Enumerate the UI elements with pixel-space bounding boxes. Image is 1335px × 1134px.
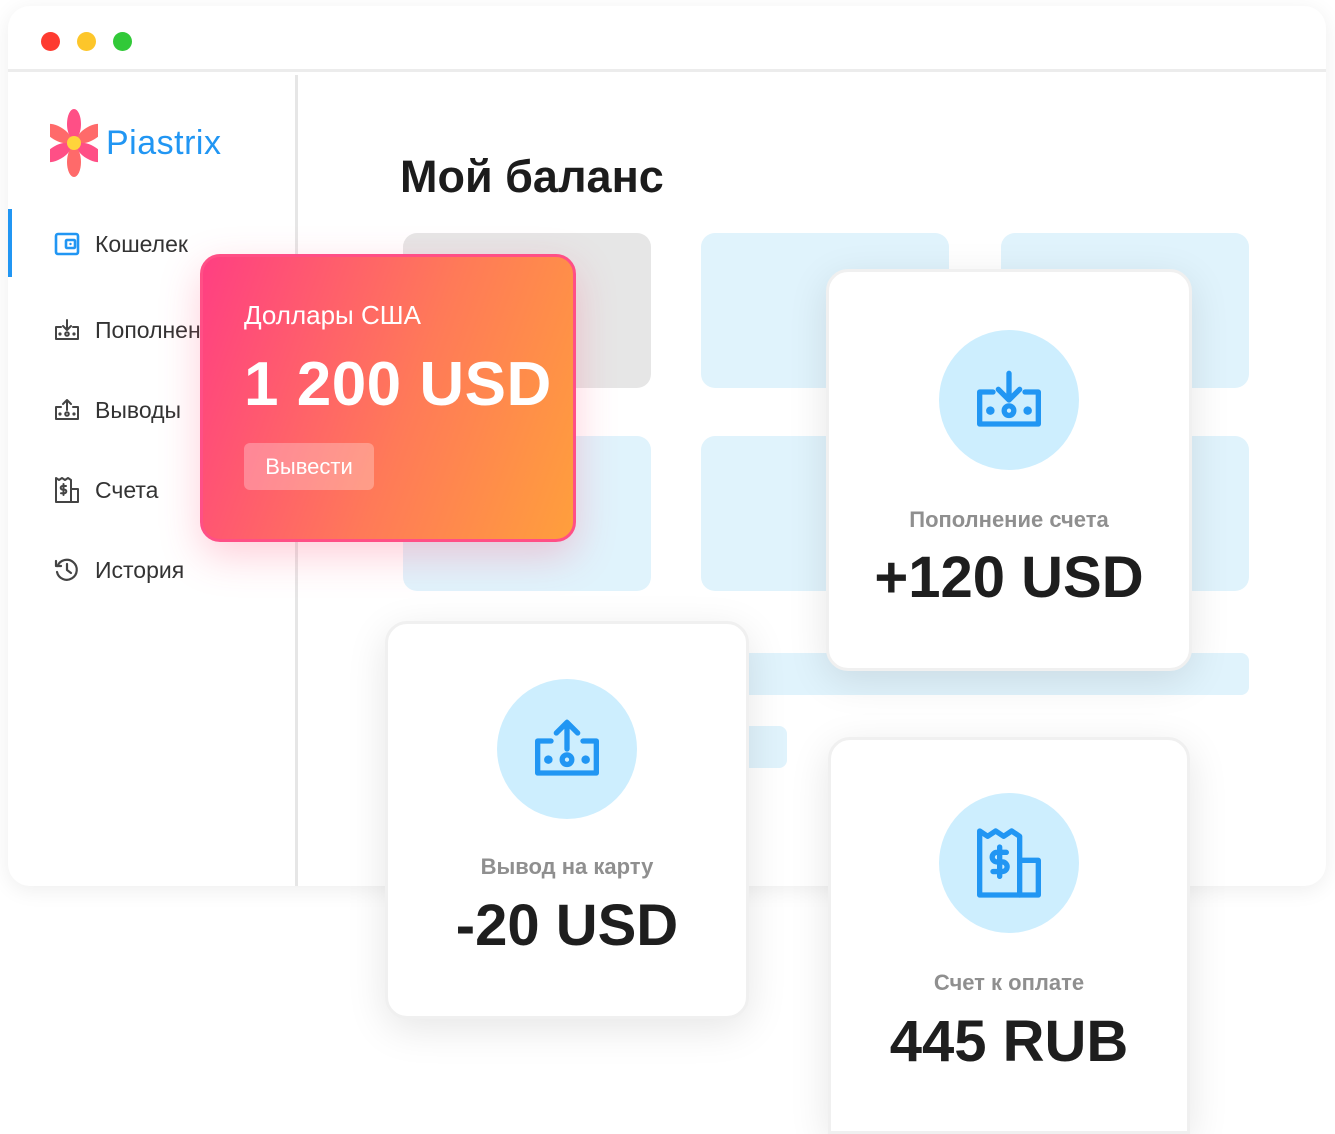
history-icon <box>52 555 82 585</box>
deposit-label: Пополнение счета <box>909 507 1109 532</box>
sidebar-item-wallet[interactable]: Кошелек <box>52 229 188 259</box>
close-window-button[interactable] <box>41 32 60 51</box>
balance-amount: 1 200 USD <box>244 350 552 419</box>
sidebar-item-invoices[interactable]: Счета <box>52 475 158 505</box>
deposit-icon-circle <box>939 330 1079 470</box>
balance-currency-label: Доллары США <box>244 300 421 330</box>
sidebar-item-label: Счета <box>95 476 159 503</box>
sidebar-item-label: Кошелек <box>95 230 188 257</box>
sidebar-item-label: История <box>95 556 185 583</box>
deposit-icon <box>52 315 82 345</box>
page-title: Мой баланс <box>400 151 664 202</box>
sidebar-item-withdrawals[interactable]: Выводы <box>52 395 181 425</box>
active-nav-indicator <box>8 209 12 277</box>
deposit-card: Пополнение счета +120 USD <box>826 269 1192 671</box>
withdraw-button[interactable]: Вывести <box>244 443 374 490</box>
invoice-icon-circle <box>939 793 1079 933</box>
invoice-value: 445 RUB <box>889 1009 1129 1074</box>
invoice-label: Счет к оплате <box>933 970 1085 995</box>
withdrawal-label: Вывод на карту <box>480 854 654 879</box>
sidebar-item-history[interactable]: История <box>52 555 184 585</box>
invoice-card: Счет к оплате 445 RUB <box>828 737 1190 1134</box>
wallet-icon <box>52 229 82 259</box>
invoice-icon <box>977 828 1041 898</box>
withdrawal-card: Вывод на карту -20 USD <box>385 621 749 1019</box>
maximize-window-button[interactable] <box>113 32 132 51</box>
minimize-window-button[interactable] <box>77 32 96 51</box>
title-bar <box>8 6 1326 72</box>
withdraw-icon <box>535 719 599 776</box>
deposit-value: +120 USD <box>874 545 1144 610</box>
invoice-icon <box>52 475 82 505</box>
flower-logo-icon <box>50 109 98 177</box>
deposit-icon <box>977 370 1041 427</box>
withdrawal-value: -20 USD <box>455 893 679 958</box>
brand-name: Piastrix <box>106 123 222 162</box>
withdraw-icon-circle <box>497 679 637 819</box>
balance-card: Доллары США 1 200 USD Вывести <box>200 254 576 542</box>
withdraw-icon <box>52 395 82 425</box>
brand-logo[interactable]: Piastrix <box>50 105 221 181</box>
sidebar-item-label: Выводы <box>95 396 182 423</box>
